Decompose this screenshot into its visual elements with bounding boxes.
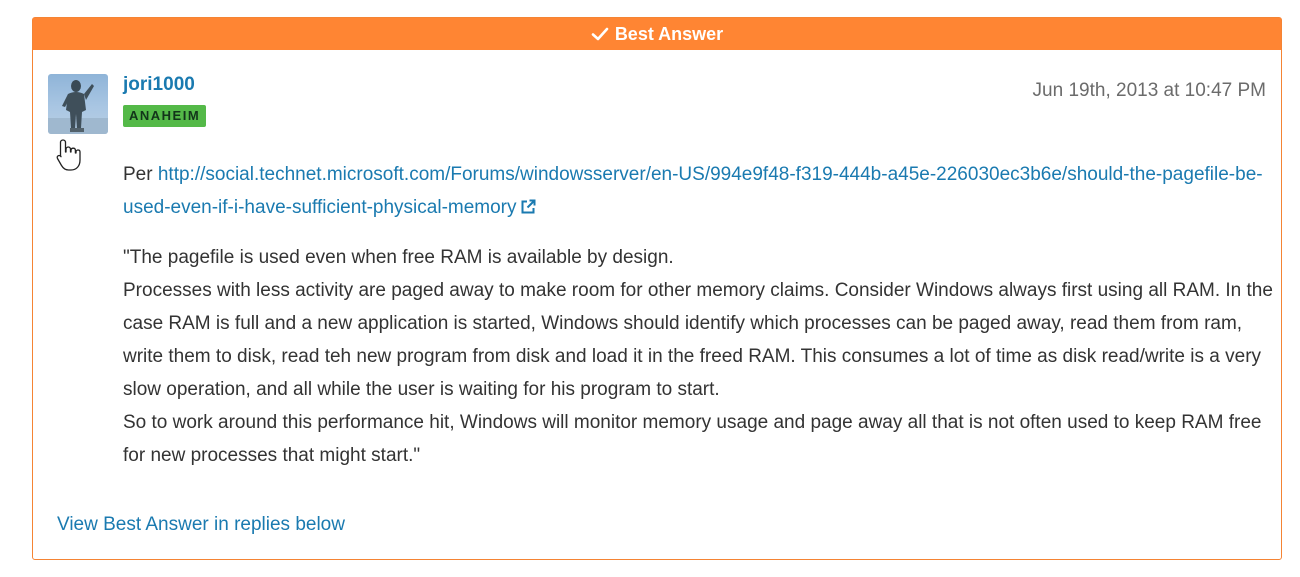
best-answer-card: Best Answer jori1000 ANAHEIM Jun 19th, 2… — [32, 17, 1282, 560]
statue-avatar-image — [48, 80, 108, 134]
post-body: Per http://social.technet.microsoft.com/… — [123, 158, 1273, 489]
best-answer-banner: Best Answer — [33, 18, 1281, 50]
banner-label: Best Answer — [614, 23, 724, 44]
source-link[interactable]: http://social.technet.microsoft.com/Foru… — [123, 164, 1263, 218]
view-best-answer-link[interactable]: View Best Answer in replies below — [57, 514, 345, 536]
quote-paragraph: "The pagefile is used even when free RAM… — [123, 241, 1273, 472]
location-badge: ANAHEIM — [123, 105, 207, 127]
author-name-link[interactable]: jori1000 — [123, 74, 195, 96]
quote-line: Processes with less activity are paged a… — [123, 280, 1273, 400]
per-label: Per — [123, 164, 158, 185]
checkmark-icon — [591, 27, 609, 41]
post-timestamp: Jun 19th, 2013 at 10:47 PM — [1032, 80, 1266, 101]
external-link-icon[interactable] — [520, 199, 536, 215]
source-paragraph: Per http://social.technet.microsoft.com/… — [123, 158, 1273, 224]
hand-pointer-cursor-icon — [56, 139, 81, 171]
quote-line: So to work around this performance hit, … — [123, 412, 1262, 466]
quote-line: "The pagefile is used even when free RAM… — [123, 247, 674, 268]
avatar[interactable] — [48, 74, 108, 134]
